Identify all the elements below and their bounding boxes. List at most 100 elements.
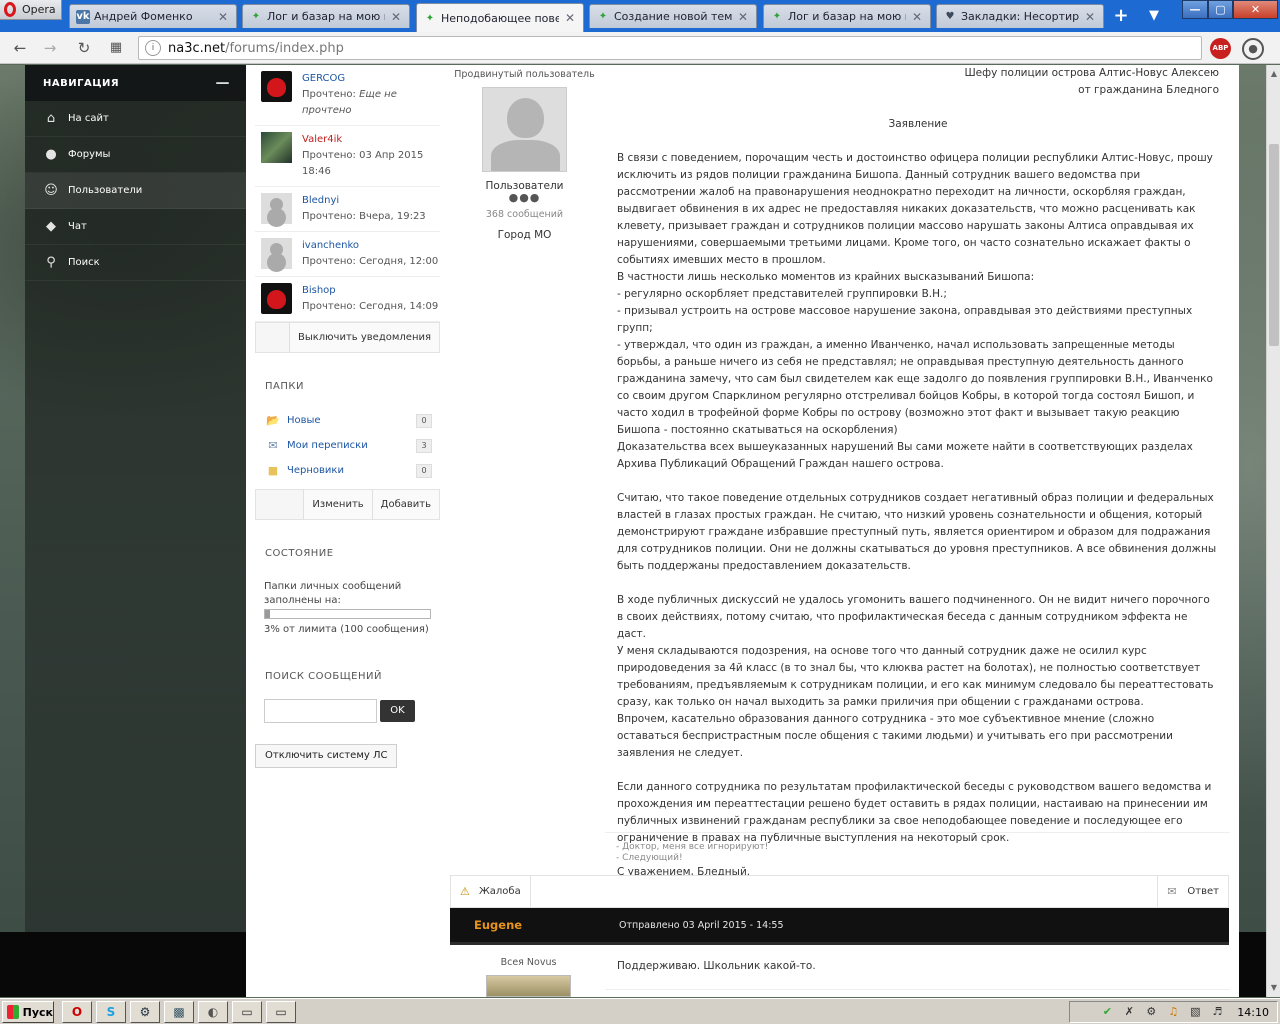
close-tab-icon[interactable]: ✕ [1083,10,1097,24]
disable-notifications-button[interactable]: Выключить уведомления [288,323,439,352]
participant-avatar[interactable] [261,283,292,314]
close-tab-icon[interactable]: ✕ [216,10,230,24]
speaker-icon[interactable]: ♬ [1209,1004,1225,1020]
post-author-avatar[interactable] [486,975,571,997]
speed-dial-icon[interactable]: ▦ [106,38,126,58]
participant-avatar[interactable] [261,132,292,163]
message-search-ok-button[interactable]: OK [380,700,415,722]
close-tab-icon[interactable]: ✕ [563,11,577,25]
storage-limit-text: 3% от лимита (100 сообщения) [264,624,429,635]
clock: 14:10 [1237,1005,1269,1019]
disable-pm-button[interactable]: Отключить систему ЛС [255,744,398,768]
reply-button[interactable]: ✉ Ответ [1157,876,1228,907]
close-tab-icon[interactable]: ✕ [389,10,403,24]
vertical-scrollbar[interactable]: ▲ ▼ [1266,65,1280,997]
scroll-down-icon[interactable]: ▼ [1269,983,1279,993]
window-icon[interactable]: ▭ [266,1001,296,1023]
minimize-button[interactable]: — [1182,0,1208,19]
skype-icon[interactable]: S [96,1001,126,1023]
reload-icon[interactable]: ↻ [74,38,94,58]
nav-item[interactable]: ● Форумы [25,137,246,173]
new-tab-button[interactable]: + [1110,6,1132,26]
folder-name[interactable]: Мои переписки [287,440,416,451]
participant-name[interactable]: ivanchenko [302,238,438,254]
opera-taskbar-icon[interactable]: O [62,1001,92,1023]
nav-item[interactable]: ☺ Пользователи [25,173,246,209]
scrollbar-thumb[interactable] [1269,144,1279,346]
collapse-icon[interactable]: — [216,75,231,91]
nav-item[interactable]: ⚲ Поиск [25,245,246,281]
folder-item[interactable]: ✉ Мои переписки 3 [255,433,440,458]
folder-list: 📂 Новые 0 ✉ Мои переписки 3 ■ Черновики 0 [255,408,440,483]
participant-name[interactable]: Valer4ik [302,132,440,148]
post-author-name[interactable]: Eugene [474,918,619,932]
steam-tray-icon[interactable]: ⚙ [1143,1004,1159,1020]
forward-icon[interactable]: → [40,38,60,58]
participant-info: Blednyi Прочтено: Вчера, 19:23 [302,193,426,225]
participant-info: Valer4ik Прочтено: 03 Апр 2015 18:46 [302,132,440,180]
participant-read-status: Прочтено: Сегодня, 12:00 [302,254,438,270]
app-icon[interactable]: ◐ [198,1001,228,1023]
network-icon[interactable]: ▧ [1187,1004,1203,1020]
opera-menu-button[interactable]: Opera [0,0,62,20]
participant-name[interactable]: Blednyi [302,193,426,209]
browser-tab[interactable]: ✦ Лог и базар на мою мам ✕ [242,4,410,28]
nav-item-label: Поиск [68,257,100,268]
url-field[interactable]: i na3c.net /forums/index.php [138,36,1202,60]
participant-name[interactable]: GERCOG [302,71,440,87]
close-tab-icon[interactable]: ✕ [736,10,750,24]
folder-name[interactable]: Новые [287,415,416,426]
folder-item[interactable]: ■ Черновики 0 [255,458,440,483]
participant-avatar[interactable] [261,71,292,102]
tab-menu-icon[interactable]: ▼ [1142,6,1166,26]
nav-item[interactable]: ◆ Чат [25,209,246,245]
tag-icon: ◆ [46,218,56,234]
report-button[interactable]: ⚠ Жалоба [451,876,531,907]
start-button[interactable]: Пуск [2,1001,54,1023]
folder-item[interactable]: 📂 Новые 0 [255,408,440,433]
back-icon[interactable]: ← [10,38,30,58]
participant-name[interactable]: Bishop [302,283,438,299]
windows-logo-icon [7,1005,19,1019]
browser-tab[interactable]: ✦ Неподобающее поведе ✕ [416,3,584,32]
leaf-icon: ✦ [425,12,435,24]
post-paragraph: Считаю, что такое поведение отдельных со… [617,490,1219,575]
post-line: - утверждал, что один из граждан, а имен… [617,339,1213,436]
storage-progress-bar [264,609,431,619]
browser-tab[interactable]: ✦ Лог и базар на мою мам ✕ [763,4,931,28]
post-signature: - Доктор, меня все игнорируют! - Следующ… [616,842,768,864]
author-city: Город МО [497,229,552,241]
close-tab-icon[interactable]: ✕ [910,10,924,24]
adblock-icon[interactable]: ABP [1210,38,1231,59]
tools-icon[interactable]: ✗ [1121,1004,1137,1020]
scroll-up-icon[interactable]: ▲ [1269,69,1279,79]
nav-item[interactable]: ⌂ На сайт [25,101,246,137]
volume-icon[interactable]: ♫ [1165,1004,1181,1020]
close-window-button[interactable]: ✕ [1233,0,1278,19]
account-icon[interactable]: ● [1242,38,1264,60]
folder-name[interactable]: Черновики [287,465,416,476]
steam-icon[interactable]: ⚙ [130,1001,160,1023]
addressee-line: от гражданина Бледного [1078,84,1219,96]
participant-avatar[interactable] [261,238,292,269]
browser-tab[interactable]: vk Андрей Фоменко ✕ [69,4,237,28]
add-folder-button[interactable]: Добавить [371,490,439,519]
browser-tab[interactable]: ♥ Закладки: Несортирова ✕ [936,4,1104,28]
shield-icon[interactable]: ✔ [1099,1004,1115,1020]
edit-folders-button[interactable]: Изменить [303,490,372,519]
browser-tab[interactable]: ✦ Создание новой темы - ✕ [589,4,757,28]
explorer-icon[interactable]: ▩ [164,1001,194,1023]
participant-info: ivanchenko Прочтено: Сегодня, 12:00 [302,238,438,270]
folder-new-icon: 📂 [266,413,280,427]
window-icon[interactable]: ▭ [232,1001,262,1023]
author-avatar[interactable] [482,87,567,172]
participant-row: Valer4ik Прочтено: 03 Апр 2015 18:46 [255,126,440,187]
maximize-button[interactable]: ▢ [1208,0,1233,19]
user-icon: ☺ [44,182,58,198]
leaf-icon: ✦ [598,11,608,22]
leaf-icon: ✦ [251,11,261,22]
site-info-icon[interactable]: i [145,40,161,56]
navigation-panel: НАВИГАЦИЯ — ⌂ На сайт ● Форумы ☺ Пользователи… [25,65,246,932]
participant-avatar[interactable] [261,193,292,224]
message-search-input[interactable] [264,699,377,723]
